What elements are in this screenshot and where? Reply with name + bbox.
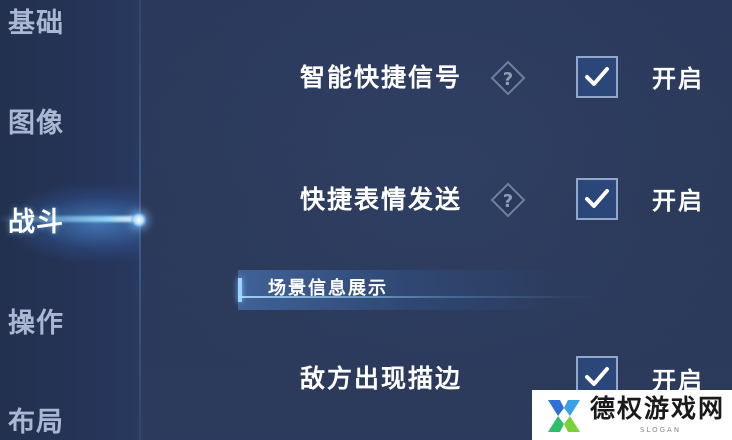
check-icon <box>585 367 609 386</box>
checkbox-label-on: 开启 <box>652 187 704 215</box>
check-icon <box>585 67 609 86</box>
x-shield-logo-icon <box>548 400 580 432</box>
watermark-text: 德权游戏网 <box>590 394 726 423</box>
svg-text:?: ? <box>503 69 513 90</box>
active-indicator-dot <box>131 212 147 228</box>
smart-quick-signal-checkbox[interactable] <box>576 56 618 98</box>
watermark: 德权游戏网 SLOGAN <box>532 390 732 440</box>
sidebar-item-graphics[interactable]: 图像 <box>8 104 118 144</box>
question-diamond-icon[interactable]: ? <box>490 182 526 218</box>
sidebar: 基础 图像 战斗 操作 布局 <box>0 0 140 440</box>
checkbox-label-on: 开启 <box>652 65 704 93</box>
svg-text:?: ? <box>503 191 513 212</box>
setting-label-quick-emote-send: 快捷表情发送 <box>300 185 463 214</box>
sidebar-item-combat[interactable]: 战斗 <box>8 203 118 243</box>
quick-emote-send-checkbox[interactable] <box>576 178 618 220</box>
setting-label-smart-quick-signal: 智能快捷信号 <box>300 63 463 92</box>
question-diamond-icon[interactable]: ? <box>490 60 526 96</box>
watermark-slogan: SLOGAN <box>640 426 682 434</box>
sidebar-item-basic[interactable]: 基础 <box>8 4 118 44</box>
setting-label-enemy-outline: 敌方出现描边 <box>300 364 463 393</box>
sidebar-item-layout[interactable]: 布局 <box>8 403 118 440</box>
section-header-scene-info: 场景信息展示 <box>238 270 658 310</box>
sidebar-item-controls[interactable]: 操作 <box>8 304 118 344</box>
check-icon <box>585 189 609 208</box>
section-title: 场景信息展示 <box>268 278 388 299</box>
settings-screen: 基础 图像 战斗 操作 布局 智能快捷信号 ? 开启 快捷表情发送 ? 开启 场… <box>0 0 732 440</box>
